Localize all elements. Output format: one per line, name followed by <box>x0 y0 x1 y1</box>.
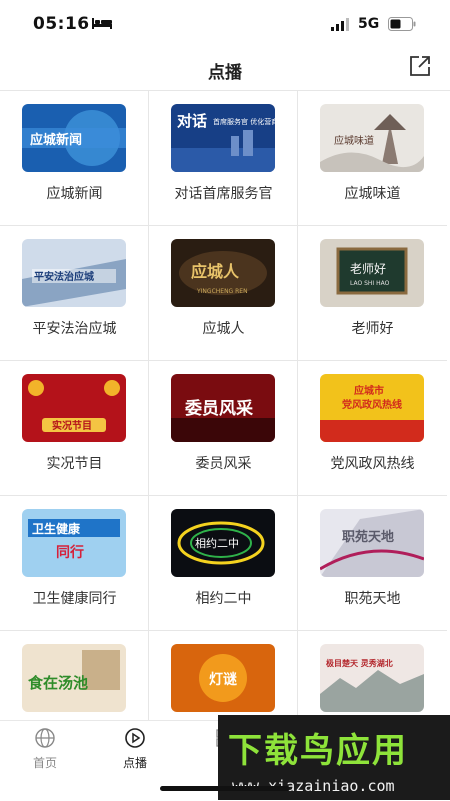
program-thumbnail: 应城市 党风政风热线 <box>320 374 424 442</box>
program-label: 委员风采 <box>195 456 252 472</box>
program-thumbnail: 灯谜 <box>171 644 275 712</box>
status-time: 05:16 <box>33 14 90 34</box>
program-label: 老师好 <box>351 321 394 337</box>
program-label: 职苑天地 <box>344 591 401 607</box>
tab-label: 点播 <box>122 756 147 770</box>
home-indicator[interactable] <box>160 786 290 791</box>
program-thumbnail: 应城新闻 <box>22 104 126 172</box>
program-thumbnail: 老师好 LAO SHI HAO <box>320 239 424 307</box>
program-thumbnail: 食在汤池 <box>22 644 126 712</box>
share-icon[interactable] <box>406 52 434 80</box>
program-thumbnail: 应城人 YINGCHENG REN <box>171 239 275 307</box>
thumb-subtitle: LAO SHI HAO <box>350 280 390 287</box>
program-card-live[interactable]: 实况节目 实况节目 <box>0 361 149 496</box>
network-type: 5G <box>358 16 380 32</box>
program-thumbnail: 极目楚天 灵秀湖北 <box>320 644 424 712</box>
program-card-taste[interactable]: 应城味道 应城味道 <box>298 91 447 226</box>
status-bar: 05:16 5G <box>0 0 450 46</box>
program-card-hubei[interactable]: 极目楚天 灵秀湖北 <box>298 631 447 721</box>
battery-icon <box>388 17 416 31</box>
program-card-school[interactable]: 相约二中 相约二中 <box>149 496 298 631</box>
program-label: 平安法治应城 <box>32 321 117 337</box>
program-label: 卫生健康同行 <box>32 591 117 607</box>
thumb-title: 职苑天地 <box>342 529 394 545</box>
program-card-health[interactable]: 卫生健康 同行 卫生健康同行 <box>0 496 149 631</box>
program-card-news[interactable]: 应城新闻 应城新闻 <box>0 91 149 226</box>
program-card-hotline[interactable]: 应城市 党风政风热线 党风政风热线 <box>298 361 447 496</box>
watermark-title: 下载鸟应用 <box>228 731 408 771</box>
program-thumbnail: 对话 首席服务官 优化营商环境 <box>171 104 275 172</box>
app-header: 点播 <box>0 46 450 90</box>
program-card-dialogue[interactable]: 对话 首席服务官 优化营商环境 对话首席服务官 <box>149 91 298 226</box>
play-icon <box>125 728 145 748</box>
program-card-committee[interactable]: 委员风采 委员风采 <box>149 361 298 496</box>
program-thumbnail: 卫生健康 同行 <box>22 509 126 577</box>
thumb-title: 实况节目 <box>52 419 92 432</box>
thumb-subtitle: 首席服务官 优化营商环境 <box>213 117 275 126</box>
sleep-mode-icon <box>92 18 112 29</box>
program-card-law[interactable]: 平安法治应城 平安法治应城 <box>0 226 149 361</box>
thumb-title: 极目楚天 灵秀湖北 <box>326 658 393 668</box>
program-card-teacher[interactable]: 老师好 LAO SHI HAO 老师好 <box>298 226 447 361</box>
thumb-title: 应城味道 <box>334 134 374 147</box>
program-label: 实况节目 <box>46 456 103 472</box>
thumb-title: 平安法治应城 <box>34 270 94 283</box>
program-label: 相约二中 <box>195 591 252 607</box>
program-label: 党风政风热线 <box>330 456 415 472</box>
program-label: 应城人 <box>202 321 245 337</box>
program-thumbnail: 相约二中 <box>171 509 275 577</box>
thumb-title: 委员风采 <box>184 398 253 419</box>
program-card-lantern[interactable]: 灯谜 <box>149 631 298 721</box>
thumb-subtitle: YINGCHENG REN <box>196 288 248 295</box>
program-grid: 应城新闻 应城新闻 对话 首席服务官 优化营商环境 对话首席服务官 <box>0 90 450 721</box>
page-title: 点播 <box>208 63 242 83</box>
cellular-signal-icon <box>331 18 349 31</box>
thumb-title: 对话 <box>177 112 207 130</box>
thumb-title: 应城市 <box>354 384 384 397</box>
thumb-title: 应城人 <box>191 262 240 281</box>
program-card-people[interactable]: 应城人 YINGCHENG REN 应城人 <box>149 226 298 361</box>
thumb-title: 老师好 <box>350 262 386 276</box>
program-thumbnail: 职苑天地 <box>320 509 424 577</box>
program-label: 应城味道 <box>344 186 401 202</box>
globe-icon <box>35 728 55 748</box>
program-thumbnail: 委员风采 <box>171 374 275 442</box>
program-label: 应城新闻 <box>46 186 103 202</box>
thumb-title: 应城新闻 <box>30 132 82 148</box>
program-thumbnail: 实况节目 <box>22 374 126 442</box>
thumb-subtitle: 党风政风热线 <box>342 398 402 411</box>
thumb-subtitle: 同行 <box>56 544 84 561</box>
program-thumbnail: 平安法治应城 <box>22 239 126 307</box>
program-thumbnail: 应城味道 <box>320 104 424 172</box>
tab-home[interactable]: 首页 <box>0 727 90 777</box>
program-card-vocational[interactable]: 职苑天地 职苑天地 <box>298 496 447 631</box>
thumb-title: 卫生健康 <box>32 521 81 536</box>
tab-vod[interactable]: 点播 <box>90 727 180 777</box>
tab-label: 首页 <box>32 756 57 770</box>
thumb-title: 相约二中 <box>195 537 239 550</box>
thumb-title: 灯谜 <box>209 671 238 688</box>
thumb-title: 食在汤池 <box>28 674 88 692</box>
program-card-food[interactable]: 食在汤池 <box>0 631 149 721</box>
program-label: 对话首席服务官 <box>174 186 273 202</box>
